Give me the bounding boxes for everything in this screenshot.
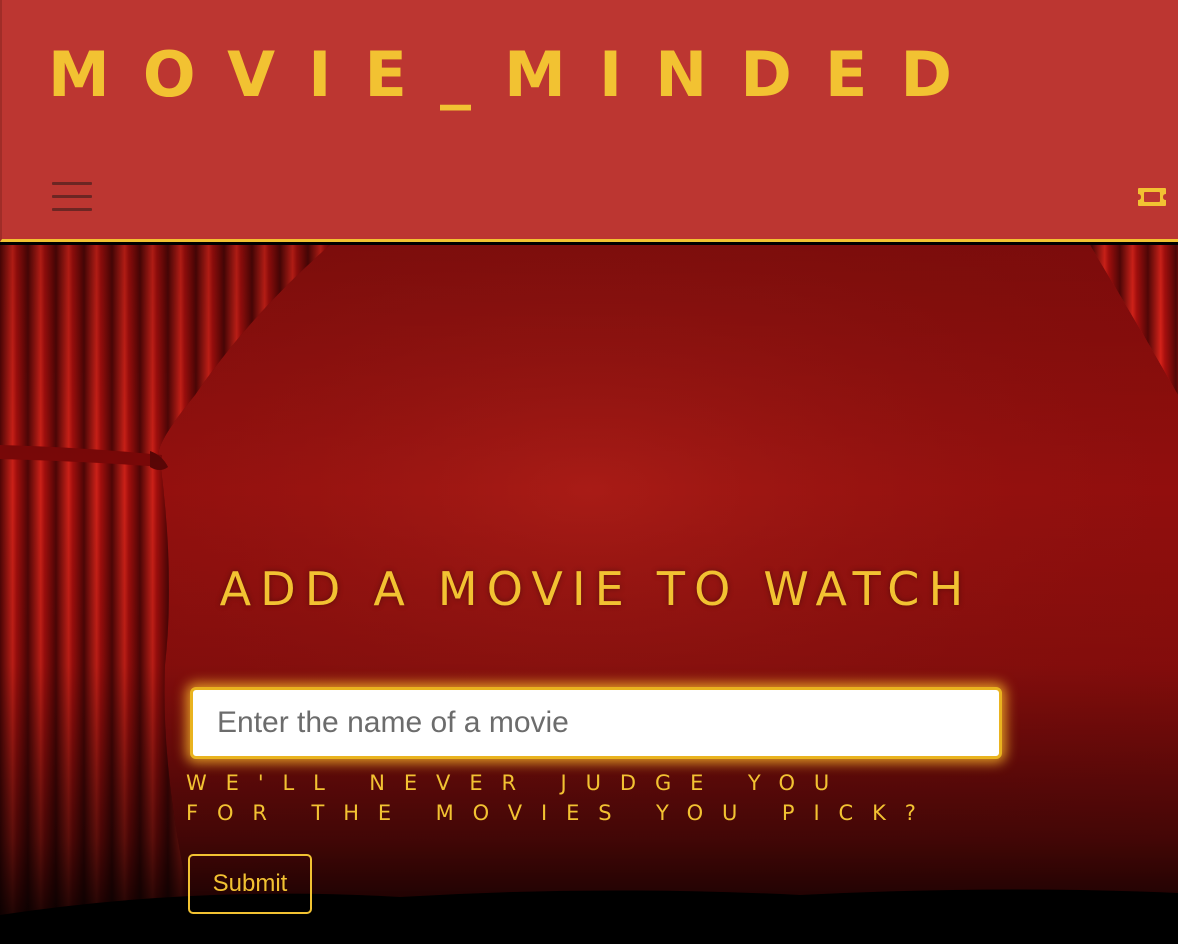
brand-logo[interactable]: MOVIE_MINDED	[48, 40, 985, 110]
input-help-text: WE'LL NEVER JUDGE YOU FOR THE MOVIES YOU…	[186, 771, 935, 825]
ticket-icon[interactable]	[1136, 186, 1168, 208]
submit-button[interactable]: Submit	[188, 854, 312, 914]
site-header: MOVIE_MINDED	[0, 0, 1178, 242]
movie-name-input[interactable]	[190, 687, 1002, 759]
hamburger-menu-icon[interactable]	[52, 180, 92, 214]
add-movie-heading: ADD A MOVIE TO WATCH	[219, 562, 973, 616]
